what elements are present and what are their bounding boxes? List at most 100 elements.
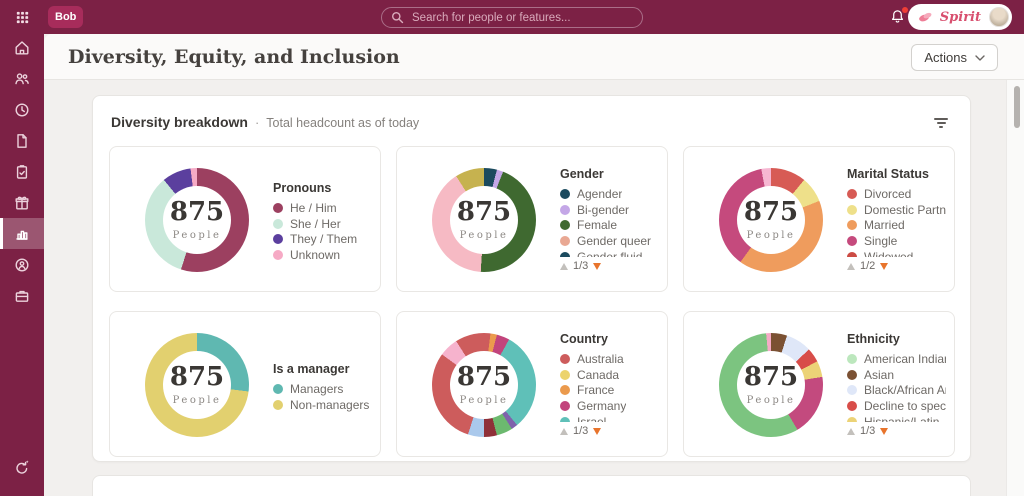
person-circle-icon bbox=[13, 256, 31, 274]
donut-center: 875 People bbox=[145, 333, 249, 437]
legend-label: American Indian/... bbox=[864, 352, 946, 366]
diversity-breakdown-card: Diversity breakdown · Total headcount as… bbox=[92, 95, 971, 462]
page-indicator: 1/2 bbox=[860, 260, 875, 272]
legend-item: Gender queer bbox=[560, 233, 659, 249]
legend: Pronouns He / HimShe / HerThey / ThemUnk… bbox=[273, 147, 372, 291]
legend-item: Divorced bbox=[847, 186, 946, 202]
scrollbar-track[interactable] bbox=[1006, 80, 1024, 496]
legend-label: Unknown bbox=[290, 248, 340, 262]
user-avatar[interactable] bbox=[989, 7, 1009, 27]
sidebar-item-home[interactable] bbox=[0, 32, 44, 63]
legend-item: Widowed bbox=[847, 249, 946, 257]
legend-label: Decline to specify bbox=[864, 399, 946, 413]
search-icon bbox=[391, 11, 404, 24]
sidebar-item-people[interactable] bbox=[0, 63, 44, 94]
legend-item: Asian bbox=[847, 367, 946, 383]
sidebar-item-benefits[interactable] bbox=[0, 187, 44, 218]
filter-icon[interactable] bbox=[934, 118, 948, 128]
legend-color-dot bbox=[560, 236, 570, 246]
legend-item: Unknown bbox=[273, 247, 372, 263]
clipboard-check-icon bbox=[13, 163, 31, 181]
page-down-icon[interactable] bbox=[593, 428, 601, 435]
chart-card-gender: 875 People Gender AgenderBi-genderFemale… bbox=[396, 146, 668, 292]
sidebar-item-analytics[interactable] bbox=[0, 218, 44, 249]
page-up-icon[interactable] bbox=[560, 263, 568, 270]
section-separator: · bbox=[255, 115, 259, 130]
sidebar-item-compliance[interactable] bbox=[0, 249, 44, 280]
legend-color-dot bbox=[847, 370, 857, 380]
headcount-value: 875 bbox=[170, 364, 224, 390]
page-down-icon[interactable] bbox=[593, 263, 601, 270]
legend-label: Domestic Partner... bbox=[864, 203, 946, 217]
section-title: Diversity breakdown bbox=[111, 114, 248, 130]
legend-color-dot bbox=[847, 252, 857, 257]
sidebar-item-docs[interactable] bbox=[0, 125, 44, 156]
legend-pager: 1/3 bbox=[847, 425, 946, 437]
legend-color-dot bbox=[560, 189, 570, 199]
legend-color-dot bbox=[847, 205, 857, 215]
legend-item: He / Him bbox=[273, 200, 372, 216]
legend-color-dot bbox=[560, 401, 570, 411]
donut-chart-country: 875 People bbox=[432, 333, 536, 437]
headcount-label: People bbox=[173, 395, 222, 406]
global-search[interactable] bbox=[381, 7, 643, 28]
page-indicator: 1/3 bbox=[573, 260, 588, 272]
legend-title: Ethnicity bbox=[847, 332, 946, 346]
legend-color-dot bbox=[560, 354, 570, 364]
chart-card-ethnicity: 875 People Ethnicity American Indian/...… bbox=[683, 311, 955, 457]
legend-title: Is a manager bbox=[273, 362, 372, 376]
donut-center: 875 People bbox=[719, 168, 823, 272]
sidebar-nav bbox=[0, 0, 44, 496]
legend-pager: 1/3 bbox=[560, 425, 659, 437]
search-input[interactable] bbox=[410, 11, 633, 25]
headcount-label: People bbox=[460, 395, 509, 406]
scrollbar-thumb[interactable] bbox=[1014, 86, 1020, 128]
legend-color-dot bbox=[847, 354, 857, 364]
sidebar-item-work[interactable] bbox=[0, 280, 44, 311]
legend-item: Female bbox=[560, 217, 659, 233]
legend: Gender AgenderBi-genderFemaleGender quee… bbox=[560, 147, 659, 291]
legend-pager: 1/2 bbox=[847, 260, 946, 272]
apps-grid-icon[interactable] bbox=[0, 0, 44, 34]
briefcase-icon bbox=[13, 287, 31, 305]
legend-item: Non-managers bbox=[273, 397, 372, 413]
actions-label: Actions bbox=[924, 50, 967, 65]
page-down-icon[interactable] bbox=[880, 428, 888, 435]
legend-title: Pronouns bbox=[273, 181, 372, 195]
legend-item: France bbox=[560, 382, 659, 398]
page-up-icon[interactable] bbox=[847, 428, 855, 435]
legend-label: Married bbox=[864, 218, 905, 232]
legend-label: Managers bbox=[290, 382, 343, 396]
legend-item: Canada bbox=[560, 367, 659, 383]
section-subtitle: Total headcount as of today bbox=[266, 116, 419, 130]
legend-item: American Indian/... bbox=[847, 351, 946, 367]
bob-logo[interactable]: Bob bbox=[48, 6, 83, 28]
legend: Marital Status DivorcedDomestic Partner.… bbox=[847, 147, 946, 291]
actions-button[interactable]: Actions bbox=[911, 44, 998, 71]
page-header: Diversity, Equity, and Inclusion Actions bbox=[44, 34, 1024, 80]
charts-grid: 875 People Pronouns He / HimShe / HerThe… bbox=[109, 146, 955, 457]
legend-label: Non-managers bbox=[290, 398, 369, 412]
legend-label: Gender queer bbox=[577, 234, 651, 248]
sidebar-item-whats-new[interactable] bbox=[0, 452, 44, 483]
home-icon bbox=[13, 39, 31, 57]
sidebar-item-time[interactable] bbox=[0, 94, 44, 125]
page-down-icon[interactable] bbox=[880, 263, 888, 270]
page-up-icon[interactable] bbox=[560, 428, 568, 435]
legend-label: Black/African Am... bbox=[864, 383, 946, 397]
gift-icon bbox=[13, 194, 31, 212]
chart-card-pronouns: 875 People Pronouns He / HimShe / HerThe… bbox=[109, 146, 381, 292]
spirit-button[interactable]: Spirit bbox=[908, 4, 1012, 30]
donut-center: 875 People bbox=[432, 168, 536, 272]
legend-label: Canada bbox=[577, 368, 619, 382]
chart-card-country: 875 People Country AustraliaCanadaFrance… bbox=[396, 311, 668, 457]
legend-label: Bi-gender bbox=[577, 203, 629, 217]
donut-chart-is-a-manager: 875 People bbox=[145, 333, 249, 437]
top-bar: Bob Spirit bbox=[0, 0, 1024, 34]
legend-color-dot bbox=[847, 401, 857, 411]
sidebar-item-tasks[interactable] bbox=[0, 156, 44, 187]
page-up-icon[interactable] bbox=[847, 263, 855, 270]
legend-color-dot bbox=[273, 219, 283, 229]
donut-chart-marital-status: 875 People bbox=[719, 168, 823, 272]
notifications-bell-icon[interactable] bbox=[889, 8, 907, 26]
